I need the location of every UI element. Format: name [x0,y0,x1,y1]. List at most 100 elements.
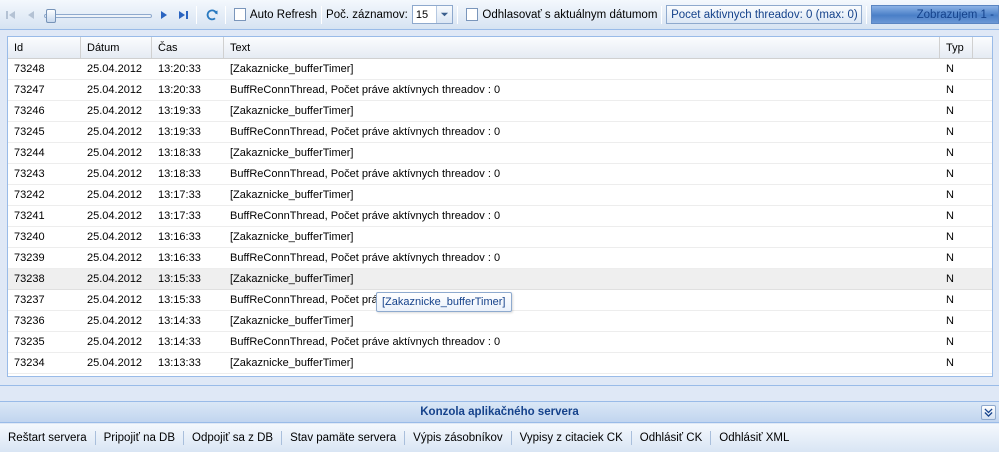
logout-xml-button[interactable]: Odhlásiť XML [711,432,797,444]
threads-status: Pocet aktivnych threadov: 0 (max: 0) [666,5,863,24]
table-row[interactable]: 73247 25.04.2012 13:20:33 BuffReConnThread,… [8,80,992,101]
ck-counters-button[interactable]: Vypisy z citaciek CK [512,432,631,444]
grid-body: 73248 25.04.2012 13:20:33 [Zakaznicke_buffe… [8,59,992,374]
column-header-date[interactable]: Dátum [81,37,152,58]
toolbar-separator [224,5,226,24]
collapse-button[interactable] [981,405,996,420]
auto-refresh-checkbox[interactable] [233,8,246,21]
toolbar-separator [457,5,459,24]
cell-time: 13:17:33 [158,210,201,222]
cell-date: 25.04.2012 [87,147,143,159]
cell-typ: N [946,84,954,96]
slider-track [43,13,153,18]
cell-typ: N [946,189,954,201]
column-header-text[interactable]: Text [224,37,940,58]
combo-trigger[interactable] [436,6,453,23]
cell-id: 73246 [14,105,45,117]
cell-typ: N [946,210,954,222]
table-row[interactable]: 73236 25.04.2012 13:14:33 [Zakaznicke_buffe… [8,311,992,332]
memory-status-button[interactable]: Stav pamäte servera [282,432,404,444]
cell-typ: N [946,357,954,369]
table-row[interactable]: 73248 25.04.2012 13:20:33 [Zakaznicke_buffe… [8,59,992,80]
toolbar-separator [661,5,663,24]
table-row[interactable]: 73245 25.04.2012 13:19:33 BuffReConnThread,… [8,122,992,143]
cell-date: 25.04.2012 [87,126,143,138]
cell-text: [Zakaznicke_bufferTimer] [230,231,354,243]
table-row[interactable]: 73235 25.04.2012 13:14:33 BuffReConnThread,… [8,332,992,353]
logout-date-label: Odhlasovať s aktuálnym dátumom [482,8,658,21]
cell-date: 25.04.2012 [87,231,143,243]
cell-id: 73236 [14,315,45,327]
cell-typ: N [946,294,954,306]
display-status: Zobrazujem 1 - [871,5,999,24]
cell-text: [Zakaznicke_bufferTimer] [230,273,354,285]
refresh-button[interactable] [204,6,221,24]
disconnect-db-button[interactable]: Odpojiť sa z DB [184,432,281,444]
toolbar-separator [866,5,868,24]
table-row[interactable]: 73242 25.04.2012 13:17:33 [Zakaznicke_buffe… [8,185,992,206]
cell-typ: N [946,231,954,243]
records-combo[interactable]: 15 [411,5,454,24]
cell-time: 13:19:33 [158,105,201,117]
table-row[interactable]: 73244 25.04.2012 13:18:33 [Zakaznicke_buffe… [8,143,992,164]
cell-text: [Zakaznicke_bufferTimer] [230,63,354,75]
cell-date: 25.04.2012 [87,336,143,348]
first-page-icon [6,10,16,19]
restart-server-button[interactable]: Reštart servera [0,432,95,444]
cell-time: 13:16:33 [158,231,201,243]
cell-time: 13:18:33 [158,168,201,180]
cell-time: 13:20:33 [158,84,201,96]
toolbar-separator [321,5,323,24]
console-toolbar: Reštart servera Pripojiť na DB Odpojiť sa … [0,424,999,452]
cell-text: BuffReConnThread, Počet práve aktívnych … [230,252,501,264]
column-header-id[interactable]: Id [8,37,81,58]
connect-db-button[interactable]: Pripojiť na DB [96,432,183,444]
cell-id: 73240 [14,231,45,243]
cell-id: 73234 [14,357,45,369]
table-row[interactable]: 73234 25.04.2012 13:13:33 [Zakaznicke_buffe… [8,353,992,374]
cell-time: 13:15:33 [158,273,201,285]
threads-status-text: Pocet aktivnych threadov: 0 (max: 0) [671,8,858,21]
double-chevron-down-icon [984,408,993,417]
auto-refresh-label: Auto Refresh [249,8,318,21]
cell-text: BuffReConnThread, Počet práve aktívnych … [230,168,501,180]
cell-id: 73241 [14,210,45,222]
next-page-button[interactable] [155,6,172,24]
cell-id: 73247 [14,84,45,96]
records-label: Poč. záznamov: [326,8,408,21]
log-grid: Id Dátum Čas Text Typ 73248 25.04.2012 13:… [7,36,993,377]
stack-dump-button[interactable]: Výpis zásobníkov [405,432,511,444]
table-row[interactable]: 73241 25.04.2012 13:17:33 BuffReConnThread,… [8,206,992,227]
first-page-button[interactable] [3,6,20,24]
console-header: Konzola aplikačného servera [0,401,999,423]
cell-id: 73235 [14,336,45,348]
table-row[interactable]: 73238 25.04.2012 13:15:33 [Zakaznicke_buffe… [8,269,992,290]
cell-id: 73242 [14,189,45,201]
last-page-button[interactable] [175,6,192,24]
cell-typ: N [946,63,954,75]
table-row[interactable]: 73243 25.04.2012 13:18:33 BuffReConnThread,… [8,164,992,185]
cell-text: BuffReConnThread, Počet práve aktívnych … [230,126,501,138]
cell-date: 25.04.2012 [87,294,143,306]
cell-date: 25.04.2012 [87,189,143,201]
display-status-text: Zobrazujem 1 - [916,8,994,21]
cell-text: [Zakaznicke_bufferTimer] [230,189,354,201]
column-header-time[interactable]: Čas [152,37,224,58]
table-row[interactable]: 73240 25.04.2012 13:16:33 [Zakaznicke_buffe… [8,227,992,248]
cell-text: [Zakaznicke_bufferTimer] [230,315,354,327]
prev-page-icon [28,10,35,19]
toolbar-separator [195,5,197,24]
cell-typ: N [946,252,954,264]
column-header-typ[interactable]: Typ [940,37,973,58]
cell-time: 13:14:33 [158,336,201,348]
page-slider[interactable] [43,6,153,24]
table-row[interactable]: 73239 25.04.2012 13:16:33 BuffReConnThread,… [8,248,992,269]
slider-thumb[interactable] [45,8,56,23]
cell-tooltip: [Zakaznicke_bufferTimer] [376,292,512,312]
logout-date-checkbox[interactable] [466,8,479,21]
table-row[interactable]: 73246 25.04.2012 13:19:33 [Zakaznicke_buffe… [8,101,992,122]
cell-time: 13:20:33 [158,63,201,75]
logout-ck-button[interactable]: Odhlásiť CK [632,432,710,444]
cell-date: 25.04.2012 [87,210,143,222]
prev-page-button[interactable] [23,6,40,24]
